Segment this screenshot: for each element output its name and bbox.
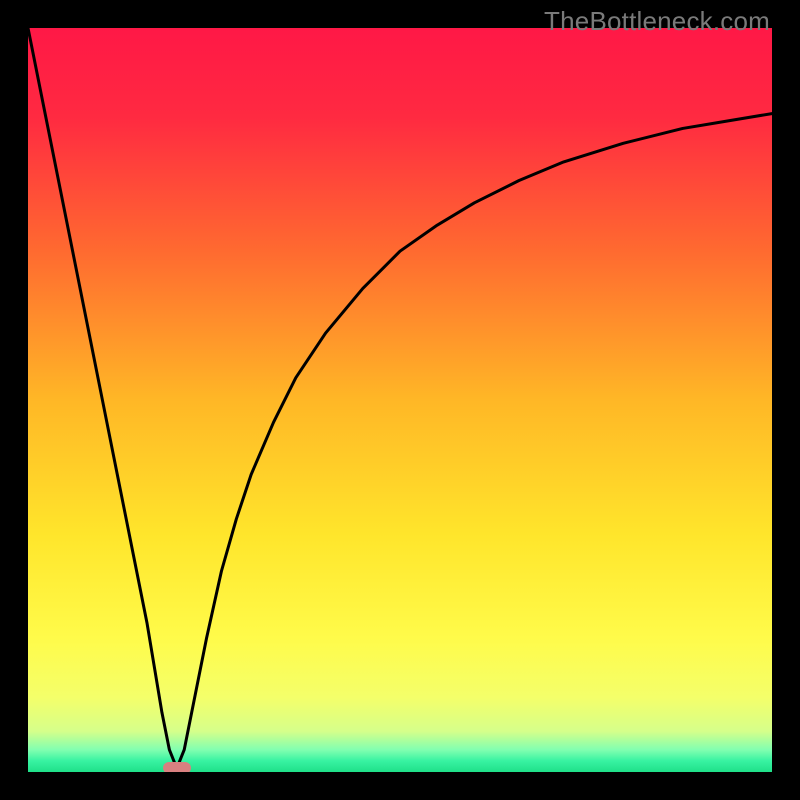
bottleneck-chart: TheBottleneck.com [0,0,800,800]
watermark-text: TheBottleneck.com [544,6,770,37]
optimum-indicator [163,762,191,772]
plot-area [28,28,772,772]
curve-layer [28,28,772,772]
bottleneck-curve [28,28,772,768]
